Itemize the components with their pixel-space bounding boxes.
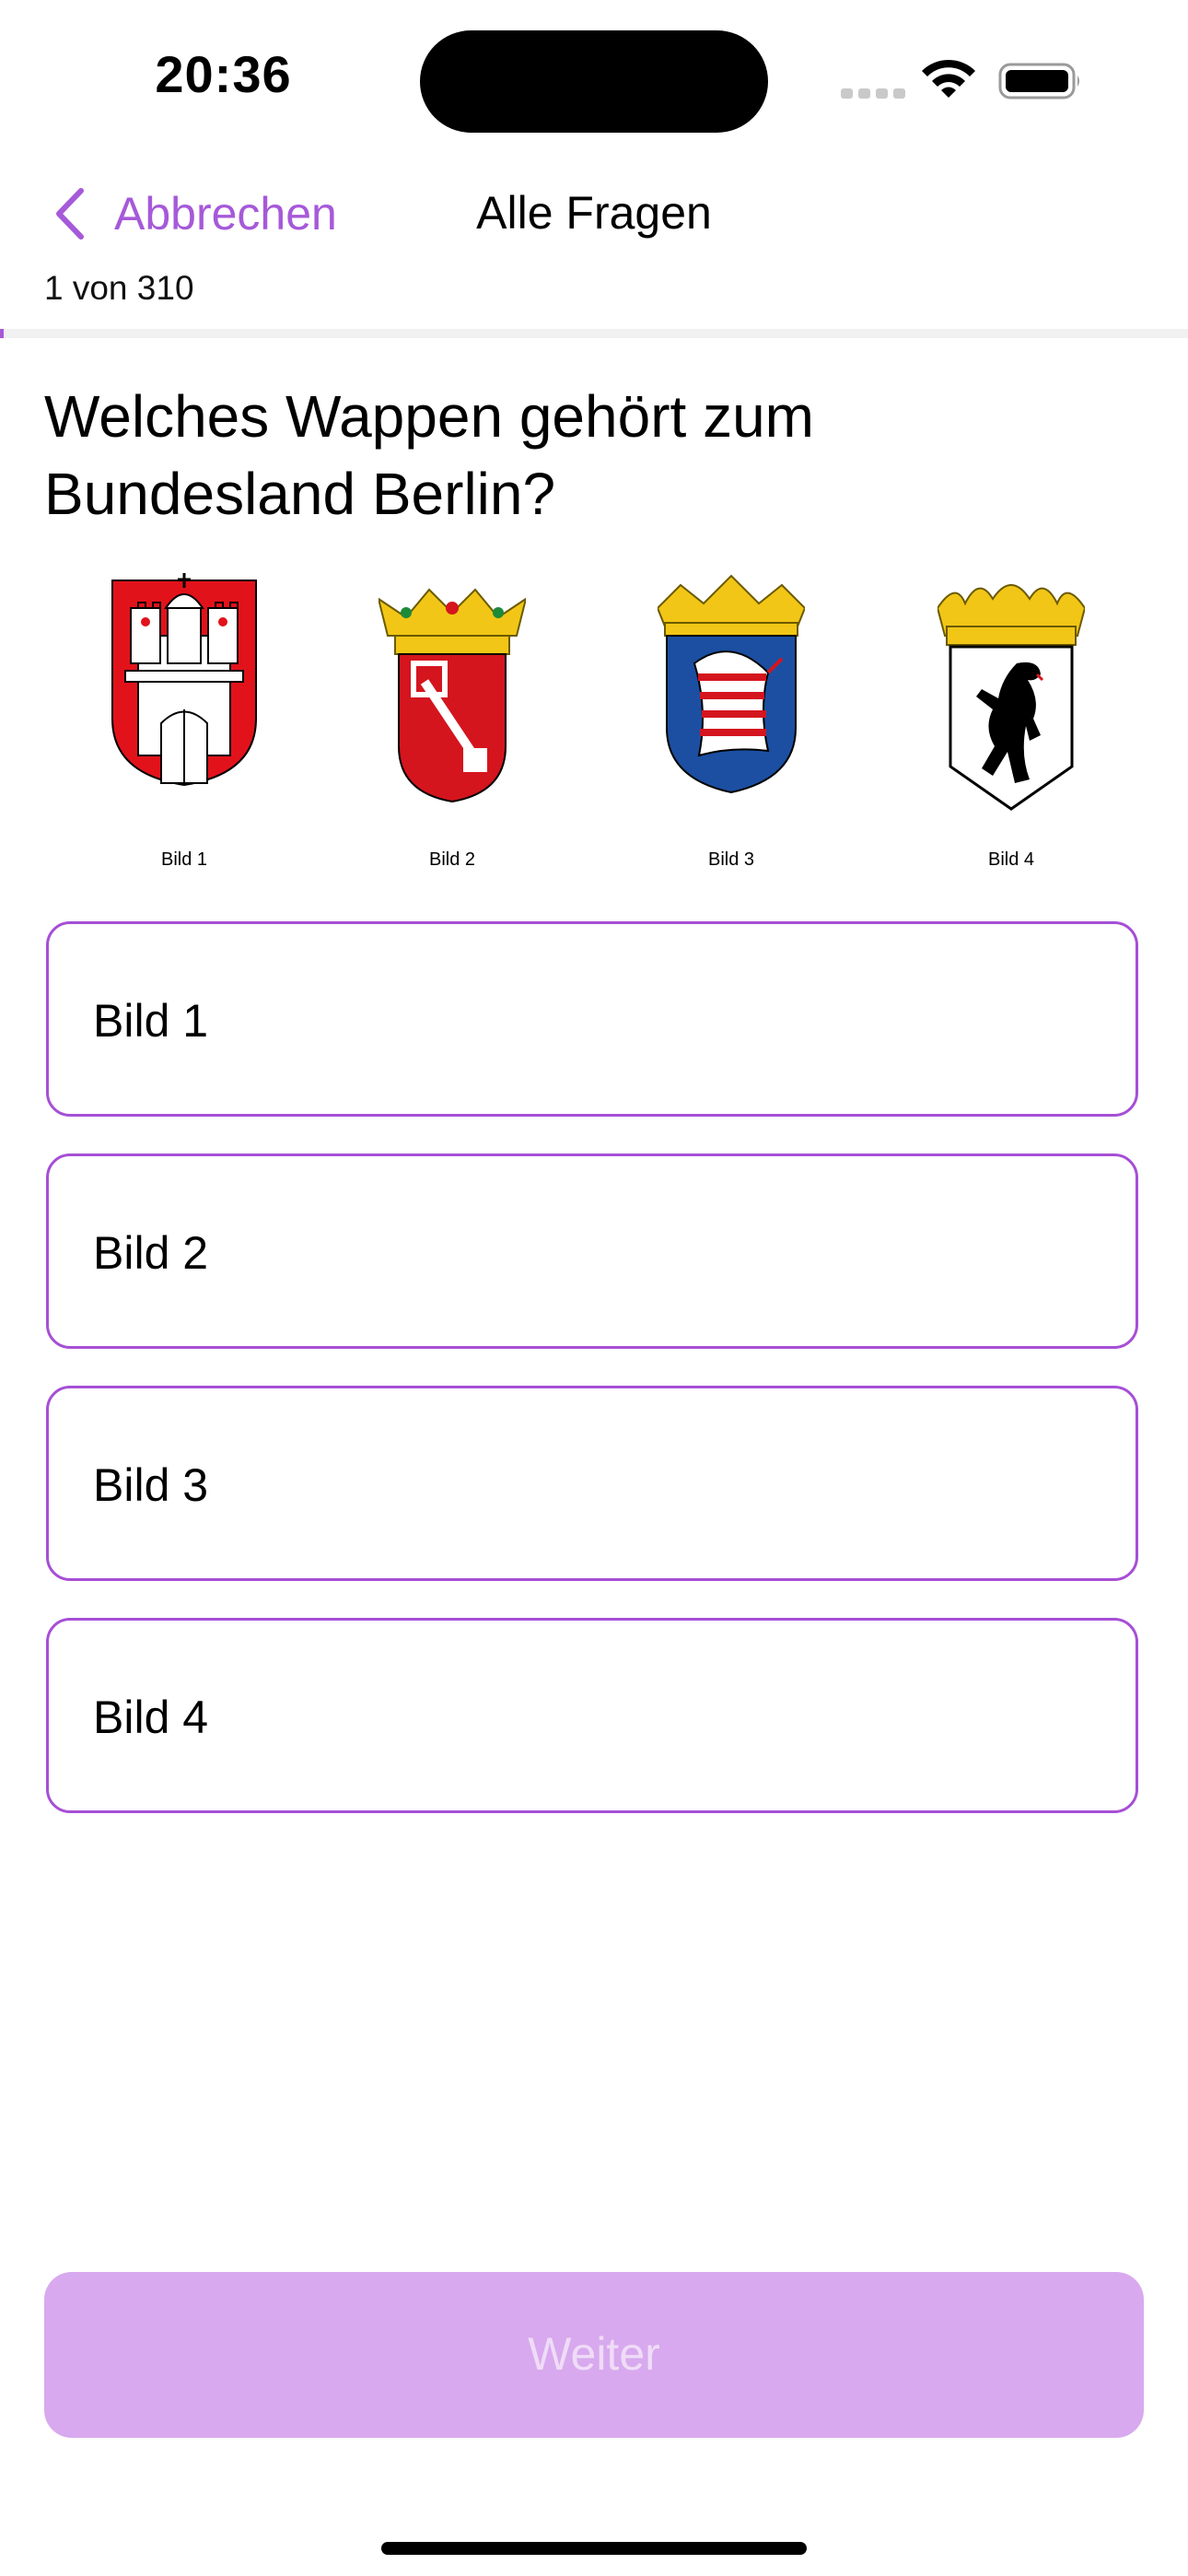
answer-option-bild-2[interactable]: Bild 2 [46, 1153, 1138, 1349]
image-label: Bild 2 [428, 849, 476, 870]
wifi-icon [922, 59, 975, 98]
image-label: Bild 4 [987, 849, 1035, 870]
image-item: Bild 3 [621, 571, 842, 884]
bremen-coat-of-arms-icon [379, 588, 526, 803]
answer-option-label: Bild 4 [93, 1692, 209, 1743]
image-label: Bild 3 [707, 849, 755, 870]
battery-icon [998, 63, 1079, 100]
answer-option-label: Bild 2 [93, 1227, 209, 1279]
answer-option-bild-4[interactable]: Bild 4 [46, 1618, 1138, 1813]
navigation-bar: Abbrechen Alle Fragen [0, 166, 1188, 258]
answer-option-bild-1[interactable]: Bild 1 [46, 921, 1138, 1117]
signal-icon [841, 85, 905, 100]
progress-counter: 1 von 310 [44, 269, 194, 307]
home-indicator[interactable] [381, 2542, 807, 2555]
answer-option-label: Bild 1 [93, 995, 209, 1047]
dynamic-island [420, 30, 768, 133]
continue-button[interactable]: Weiter [44, 2272, 1144, 2438]
image-item: Bild 2 [342, 571, 563, 884]
status-time: 20:36 [155, 45, 292, 103]
back-button-label: Abbrechen [114, 188, 337, 240]
progress-bar-fill [0, 329, 5, 338]
progress-bar [0, 329, 1188, 338]
status-bar: 20:36 [0, 0, 1188, 157]
chevron-left-icon [56, 188, 84, 240]
image-row: Bild 1 Bild 2 Bild 3 Bild 4 [44, 571, 1144, 884]
berlin-coat-of-arms-icon [938, 584, 1085, 811]
question-text: Welches Wappen gehört zum Bundesland Ber… [44, 383, 814, 527]
image-item: Bild 1 [74, 571, 295, 884]
answer-option-bild-3[interactable]: Bild 3 [46, 1386, 1138, 1581]
cancel-back-button[interactable]: Abbrechen [52, 177, 337, 251]
hamburg-coat-of-arms-icon [111, 573, 257, 787]
hesse-coat-of-arms-icon [658, 574, 805, 794]
answer-option-label: Bild 3 [93, 1459, 209, 1511]
image-label: Bild 1 [160, 849, 208, 870]
page-title: Alle Fragen [476, 187, 712, 239]
continue-button-label: Weiter [528, 2328, 660, 2380]
image-item: Bild 4 [901, 571, 1122, 884]
